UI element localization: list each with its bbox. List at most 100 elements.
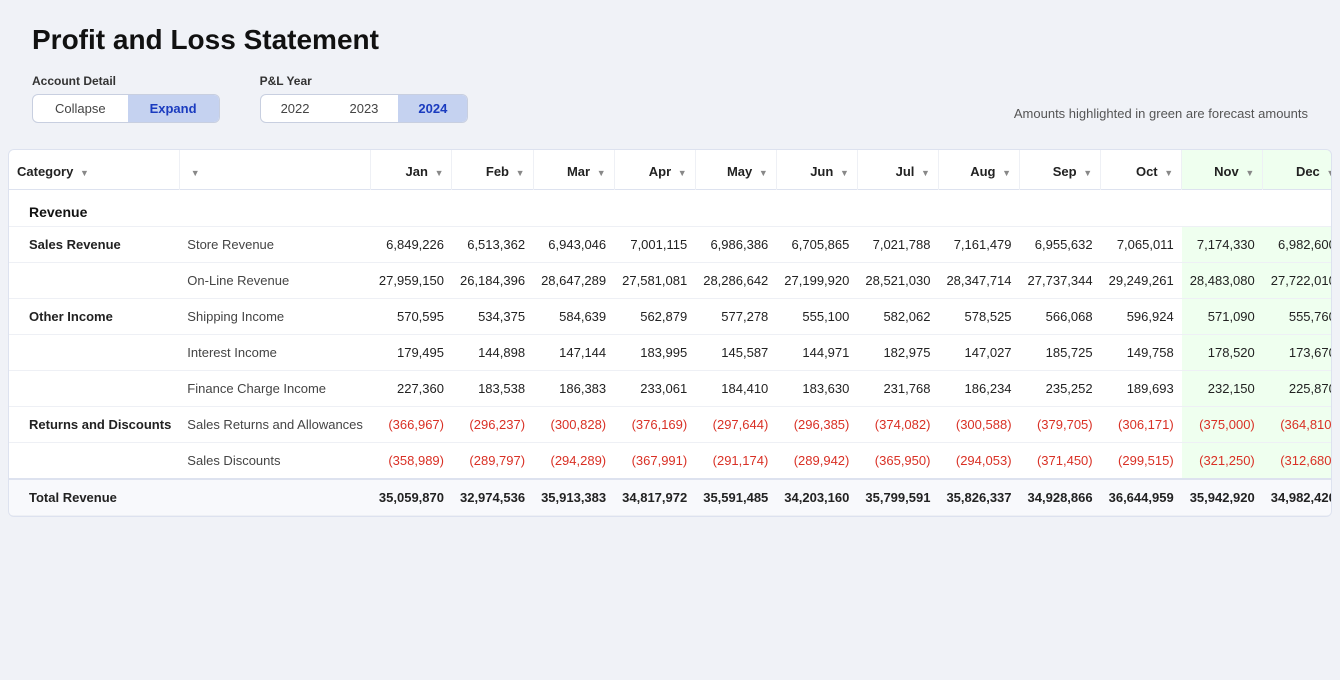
cell-mar: 584,639 <box>533 299 614 335</box>
year-2022-button[interactable]: 2022 <box>261 95 330 122</box>
table-row: Returns and DiscountsSales Returns and A… <box>9 407 1332 443</box>
cell-jun: 27,199,920 <box>776 263 857 299</box>
cell-feb: (289,797) <box>452 443 533 480</box>
pl-table: Category ▼ ▼ Jan ▼ Feb ▼ Mar ▼ <box>9 150 1332 516</box>
oct-sort-icon: ▼ <box>1164 168 1173 178</box>
expand-button[interactable]: Expand <box>128 95 219 122</box>
th-jun[interactable]: Jun ▼ <box>776 150 857 190</box>
total-revenue-row: Total Revenue35,059,87032,974,53635,913,… <box>9 479 1332 516</box>
cell-subcategory: Sales Returns and Allowances <box>179 407 371 443</box>
jun-sort-icon: ▼ <box>840 168 849 178</box>
table-row: Finance Charge Income227,360183,538186,3… <box>9 371 1332 407</box>
sep-sort-icon: ▼ <box>1083 168 1092 178</box>
cell-jul: 182,975 <box>857 335 938 371</box>
total-jan: 35,059,870 <box>371 479 452 516</box>
cell-aug: 7,161,479 <box>938 227 1019 263</box>
cell-nov: (375,000) <box>1182 407 1263 443</box>
cell-oct: 7,065,011 <box>1101 227 1182 263</box>
table-body: RevenueSales RevenueStore Revenue6,849,2… <box>9 190 1332 516</box>
table-row: Interest Income179,495144,898147,144183,… <box>9 335 1332 371</box>
cell-nov: 232,150 <box>1182 371 1263 407</box>
th-jan[interactable]: Jan ▼ <box>371 150 452 190</box>
cell-mar: 147,144 <box>533 335 614 371</box>
th-category[interactable]: Category ▼ <box>9 150 179 190</box>
th-oct[interactable]: Oct ▼ <box>1101 150 1182 190</box>
sub-sort-icon: ▼ <box>191 168 200 178</box>
total-sub <box>179 479 371 516</box>
cell-sep: 566,068 <box>1020 299 1101 335</box>
cell-jan: (358,989) <box>371 443 452 480</box>
cell-subcategory: On-Line Revenue <box>179 263 371 299</box>
total-jul: 35,799,591 <box>857 479 938 516</box>
th-jul[interactable]: Jul ▼ <box>857 150 938 190</box>
cell-apr: (376,169) <box>614 407 695 443</box>
cell-dec: 555,760 <box>1263 299 1332 335</box>
cell-jul: 28,521,030 <box>857 263 938 299</box>
cell-mar: (294,289) <box>533 443 614 480</box>
cell-oct: 189,693 <box>1101 371 1182 407</box>
year-2024-button[interactable]: 2024 <box>398 95 467 122</box>
cell-jun: 555,100 <box>776 299 857 335</box>
cell-may: 577,278 <box>695 299 776 335</box>
cell-may: 28,286,642 <box>695 263 776 299</box>
cell-jul: 7,021,788 <box>857 227 938 263</box>
cell-nov: (321,250) <box>1182 443 1263 480</box>
cell-aug: 186,234 <box>938 371 1019 407</box>
cell-category <box>9 371 179 407</box>
cell-aug: 147,027 <box>938 335 1019 371</box>
cell-feb: 183,538 <box>452 371 533 407</box>
cell-jul: 231,768 <box>857 371 938 407</box>
year-2023-button[interactable]: 2023 <box>329 95 398 122</box>
th-nov[interactable]: Nov ▼ <box>1182 150 1263 190</box>
cell-feb: 26,184,396 <box>452 263 533 299</box>
cell-dec: (312,680) <box>1263 443 1332 480</box>
cell-subcategory: Store Revenue <box>179 227 371 263</box>
th-aug[interactable]: Aug ▼ <box>938 150 1019 190</box>
th-sep[interactable]: Sep ▼ <box>1020 150 1101 190</box>
account-detail-group: Account Detail Collapse Expand <box>32 74 220 123</box>
table-row: On-Line Revenue27,959,15026,184,39628,64… <box>9 263 1332 299</box>
cell-aug: (300,588) <box>938 407 1019 443</box>
th-feb[interactable]: Feb ▼ <box>452 150 533 190</box>
th-mar[interactable]: Mar ▼ <box>533 150 614 190</box>
table-header-row: Category ▼ ▼ Jan ▼ Feb ▼ Mar ▼ <box>9 150 1332 190</box>
table-row: Sales Discounts(358,989)(289,797)(294,28… <box>9 443 1332 480</box>
cell-oct: (306,171) <box>1101 407 1182 443</box>
cell-may: (291,174) <box>695 443 776 480</box>
th-apr[interactable]: Apr ▼ <box>614 150 695 190</box>
category-sort-icon: ▼ <box>80 168 89 178</box>
pl-year-label: P&L Year <box>260 74 469 88</box>
collapse-button[interactable]: Collapse <box>33 95 128 122</box>
feb-sort-icon: ▼ <box>516 168 525 178</box>
th-subcategory[interactable]: ▼ <box>179 150 371 190</box>
apr-sort-icon: ▼ <box>678 168 687 178</box>
cell-oct: 149,758 <box>1101 335 1182 371</box>
th-dec[interactable]: Dec ▼ <box>1263 150 1332 190</box>
cell-dec: 6,982,600 <box>1263 227 1332 263</box>
cell-category: Sales Revenue <box>9 227 179 263</box>
table-row: Other IncomeShipping Income570,595534,37… <box>9 299 1332 335</box>
cell-dec: 27,722,010 <box>1263 263 1332 299</box>
cell-category: Other Income <box>9 299 179 335</box>
table-section: Category ▼ ▼ Jan ▼ Feb ▼ Mar ▼ <box>8 149 1332 517</box>
cell-may: (297,644) <box>695 407 776 443</box>
cell-mar: 6,943,046 <box>533 227 614 263</box>
cell-jun: (289,942) <box>776 443 857 480</box>
cell-jan: 570,595 <box>371 299 452 335</box>
total-jun: 34,203,160 <box>776 479 857 516</box>
cell-jun: (296,385) <box>776 407 857 443</box>
cell-jul: 582,062 <box>857 299 938 335</box>
cell-dec: (364,810) <box>1263 407 1332 443</box>
cell-subcategory: Shipping Income <box>179 299 371 335</box>
section-label: Revenue <box>9 190 1332 227</box>
mar-sort-icon: ▼ <box>597 168 606 178</box>
cell-aug: 28,347,714 <box>938 263 1019 299</box>
cell-dec: 225,870 <box>1263 371 1332 407</box>
may-sort-icon: ▼ <box>759 168 768 178</box>
total-feb: 32,974,536 <box>452 479 533 516</box>
cell-jun: 183,630 <box>776 371 857 407</box>
header-section: Profit and Loss Statement Account Detail… <box>0 0 1340 141</box>
th-may[interactable]: May ▼ <box>695 150 776 190</box>
cell-subcategory: Interest Income <box>179 335 371 371</box>
total-dec: 34,982,420 <box>1263 479 1332 516</box>
